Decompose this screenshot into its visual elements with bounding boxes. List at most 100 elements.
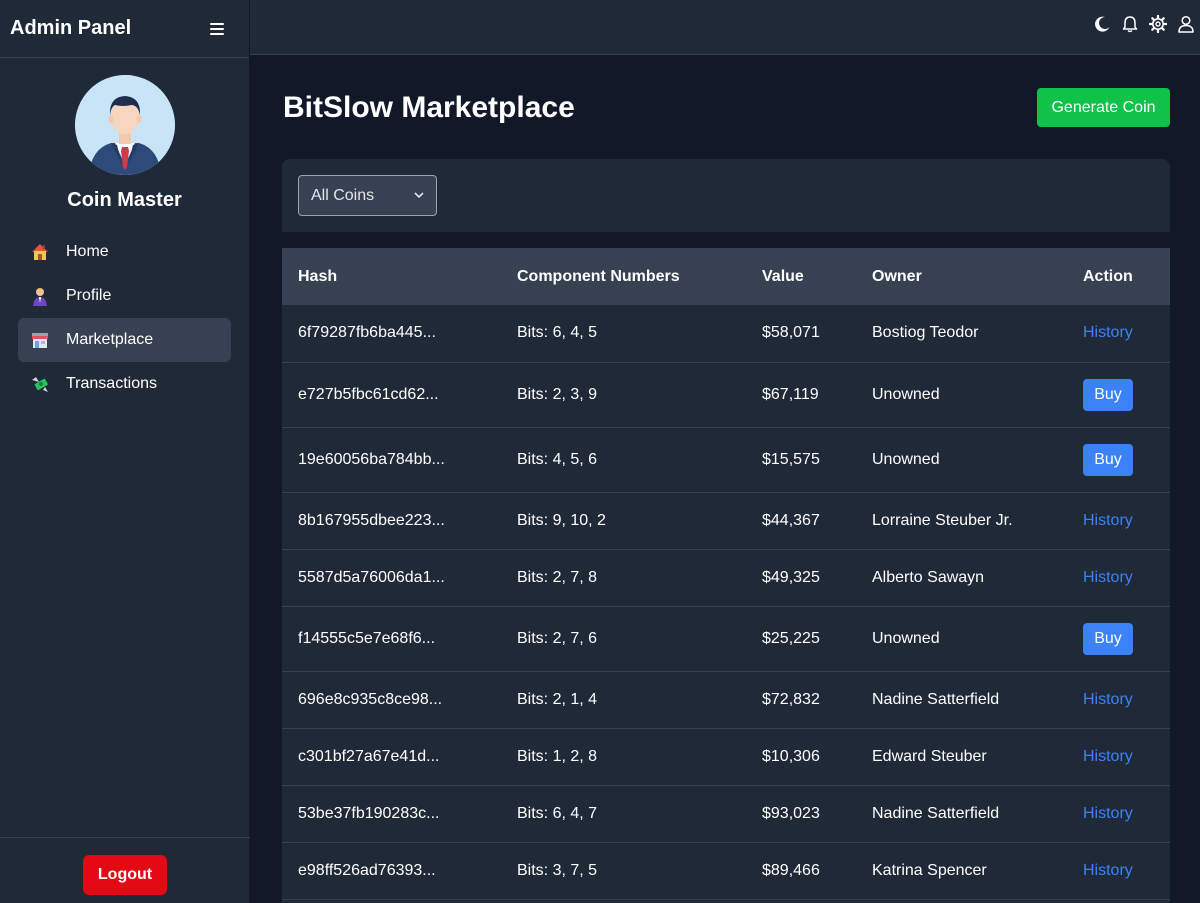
cell-value: $72,832 xyxy=(746,671,856,729)
cell-action: History xyxy=(1067,549,1170,607)
cell-owner: Bostiog Teodor xyxy=(856,305,1067,363)
table-body: 6f79287fb6ba445... Bits: 6, 4, 5 $58,071… xyxy=(282,305,1170,900)
cell-action: Buy xyxy=(1067,606,1170,672)
sidebar-nav: Home Profile Marketplace Transactions xyxy=(0,230,249,406)
chevron-down-icon xyxy=(414,190,424,202)
cell-action: History xyxy=(1067,728,1170,786)
cell-value: $58,071 xyxy=(746,305,856,363)
topbar-icons xyxy=(1092,14,1196,34)
cell-components: Bits: 2, 1, 4 xyxy=(501,671,746,729)
buy-button[interactable]: Buy xyxy=(1083,443,1133,476)
table-row: e727b5fbc61cd62... Bits: 2, 3, 9 $67,119… xyxy=(282,362,1170,428)
main-content: BitSlow Marketplace Generate Coin All Co… xyxy=(250,55,1200,903)
coin-filter-value: All Coins xyxy=(311,186,375,204)
coins-table: Hash Component Numbers Value Owner Actio… xyxy=(282,248,1170,900)
page-title: BitSlow Marketplace xyxy=(283,91,575,124)
cell-hash: f14555c5e7e68f6... xyxy=(282,606,501,672)
cell-components: Bits: 1, 2, 8 xyxy=(501,728,746,786)
app-title: Admin Panel xyxy=(10,17,132,39)
column-header-action: Action xyxy=(1083,267,1133,285)
cell-components: Bits: 9, 10, 2 xyxy=(501,492,746,550)
cell-value: $15,575 xyxy=(746,427,856,493)
cell-hash: 696e8c935c8ce98... xyxy=(282,671,501,729)
sidebar-footer: Logout xyxy=(0,837,250,903)
cell-action: History xyxy=(1067,492,1170,550)
table-row: c301bf27a67e41d... Bits: 1, 2, 8 $10,306… xyxy=(282,728,1170,786)
sidebar-item-label: Profile xyxy=(66,287,112,304)
bell-icon[interactable] xyxy=(1120,14,1140,34)
filter-bar: All Coins xyxy=(282,159,1170,232)
avatar xyxy=(74,75,175,175)
sidebar-item-label: Marketplace xyxy=(66,331,154,348)
cell-owner: Unowned xyxy=(856,606,1067,672)
cell-components: Bits: 2, 7, 8 xyxy=(501,549,746,607)
history-link[interactable]: History xyxy=(1083,805,1133,822)
cell-hash: 8b167955dbee223... xyxy=(282,492,501,550)
cell-owner: Unowned xyxy=(856,362,1067,428)
cell-components: Bits: 6, 4, 7 xyxy=(501,785,746,843)
sidebar-item-home[interactable]: Home xyxy=(18,230,231,274)
sidebar-item-label: Home xyxy=(66,243,109,260)
cell-hash: 53be37fb190283c... xyxy=(282,785,501,843)
moon-icon[interactable] xyxy=(1092,14,1112,34)
logout-button[interactable]: Logout xyxy=(83,854,167,895)
cell-action: History xyxy=(1067,305,1170,363)
table-row: 696e8c935c8ce98... Bits: 2, 1, 4 $72,832… xyxy=(282,671,1170,729)
cell-action: Buy xyxy=(1067,362,1170,428)
cell-components: Bits: 2, 3, 9 xyxy=(501,362,746,428)
cell-hash: 6f79287fb6ba445... xyxy=(282,305,501,363)
cell-action: Buy xyxy=(1067,427,1170,493)
cell-hash: 19e60056ba784bb... xyxy=(282,427,501,493)
menu-toggle-icon[interactable] xyxy=(210,22,224,35)
cell-owner: Katrina Spencer xyxy=(856,842,1067,900)
cell-owner: Lorraine Steuber Jr. xyxy=(856,492,1067,550)
cell-owner: Unowned xyxy=(856,427,1067,493)
table-row: 6f79287fb6ba445... Bits: 6, 4, 5 $58,071… xyxy=(282,305,1170,363)
cell-owner: Nadine Satterfield xyxy=(856,671,1067,729)
sidebar-header: Admin Panel xyxy=(0,0,249,58)
buy-button[interactable]: Buy xyxy=(1083,622,1133,655)
column-header-hash: Hash xyxy=(298,267,338,285)
cell-value: $10,306 xyxy=(746,728,856,786)
person-icon xyxy=(30,286,50,306)
history-link[interactable]: History xyxy=(1083,862,1133,879)
profile-name: Coin Master xyxy=(67,189,182,211)
coin-filter-select[interactable]: All Coins xyxy=(298,175,437,216)
table-row: e98ff526ad76393... Bits: 3, 7, 5 $89,466… xyxy=(282,842,1170,900)
cell-value: $25,225 xyxy=(746,606,856,672)
column-header-value: Value xyxy=(762,267,804,285)
sidebar-item-marketplace[interactable]: Marketplace xyxy=(18,318,231,362)
generate-coin-button[interactable]: Generate Coin xyxy=(1037,88,1170,127)
history-link[interactable]: History xyxy=(1083,569,1133,586)
cell-value: $44,367 xyxy=(746,492,856,550)
profile-card: Coin Master xyxy=(0,58,249,212)
history-link[interactable]: History xyxy=(1083,512,1133,529)
cell-hash: 5587d5a76006da1... xyxy=(282,549,501,607)
cell-hash: c301bf27a67e41d... xyxy=(282,728,501,786)
cell-owner: Nadine Satterfield xyxy=(856,785,1067,843)
sidebar-item-profile[interactable]: Profile xyxy=(18,274,231,318)
cell-value: $67,119 xyxy=(746,362,856,428)
table-row: 8b167955dbee223... Bits: 9, 10, 2 $44,36… xyxy=(282,492,1170,550)
column-header-components: Component Numbers xyxy=(517,267,680,285)
gear-icon[interactable] xyxy=(1148,14,1168,34)
cell-value: $89,466 xyxy=(746,842,856,900)
store-icon xyxy=(30,330,50,350)
cell-owner: Alberto Sawayn xyxy=(856,549,1067,607)
table-row: 19e60056ba784bb... Bits: 4, 5, 6 $15,575… xyxy=(282,427,1170,493)
house-icon xyxy=(30,242,50,262)
history-link[interactable]: History xyxy=(1083,324,1133,341)
cell-action: History xyxy=(1067,842,1170,900)
user-icon[interactable] xyxy=(1176,14,1196,34)
table-header-row: Hash Component Numbers Value Owner Actio… xyxy=(282,248,1170,305)
history-link[interactable]: History xyxy=(1083,748,1133,765)
table-row: f14555c5e7e68f6... Bits: 2, 7, 6 $25,225… xyxy=(282,606,1170,672)
cell-hash: e98ff526ad76393... xyxy=(282,842,501,900)
cell-value: $49,325 xyxy=(746,549,856,607)
column-header-owner: Owner xyxy=(872,267,922,285)
buy-button[interactable]: Buy xyxy=(1083,378,1133,411)
cell-components: Bits: 3, 7, 5 xyxy=(501,842,746,900)
sidebar-item-transactions[interactable]: Transactions xyxy=(18,362,231,406)
history-link[interactable]: History xyxy=(1083,691,1133,708)
sidebar-item-label: Transactions xyxy=(66,375,157,392)
